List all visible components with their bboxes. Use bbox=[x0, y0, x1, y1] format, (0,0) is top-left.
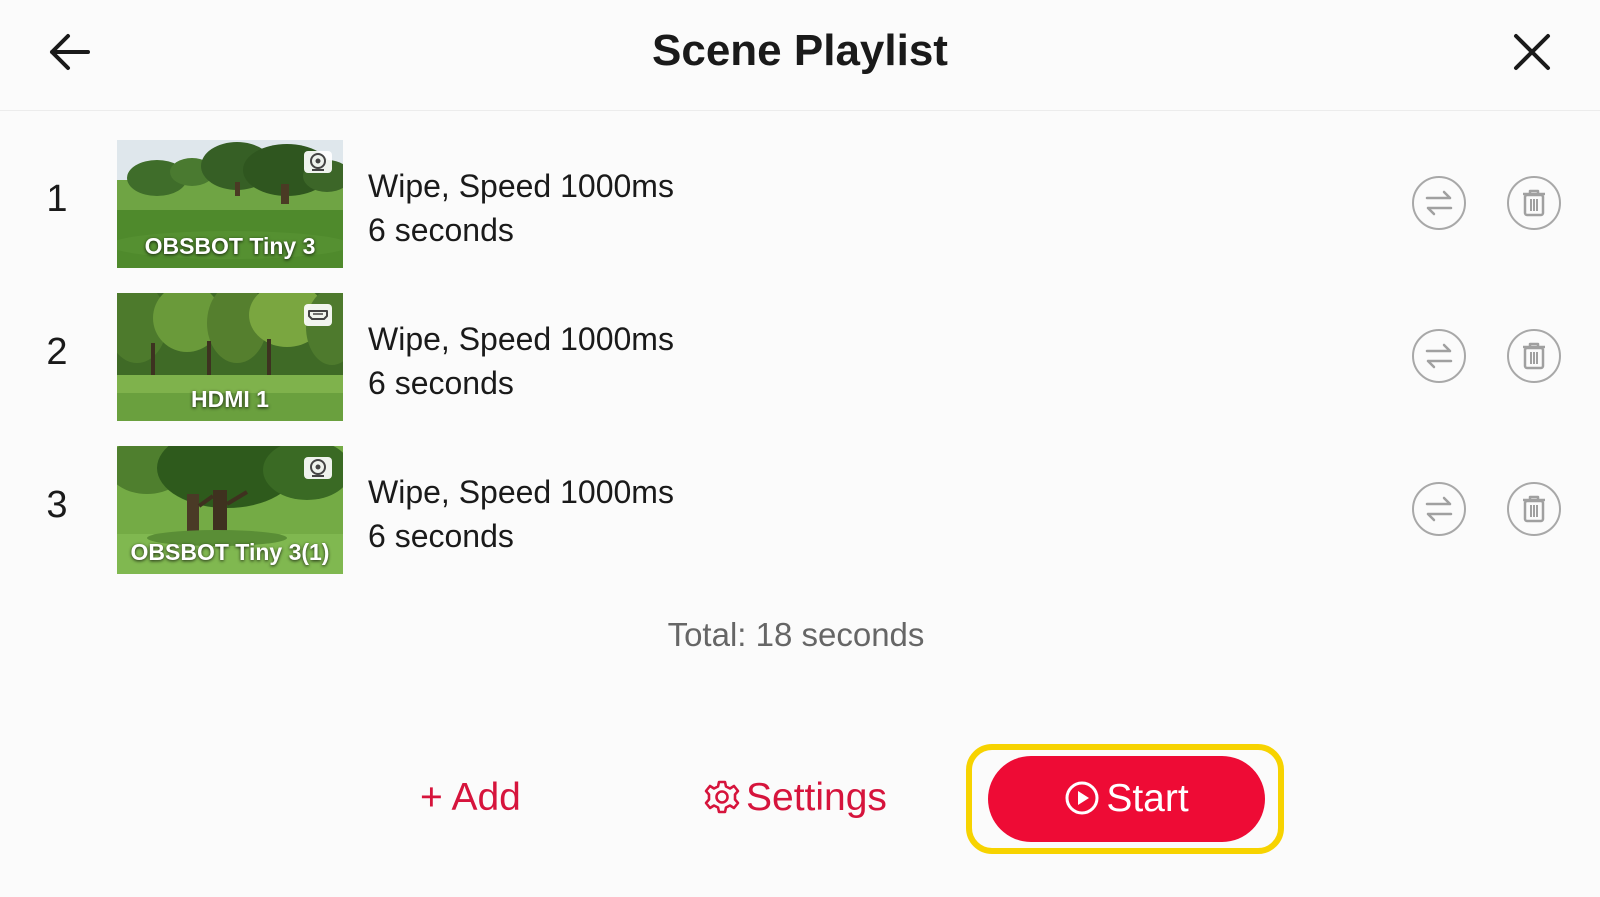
delete-button[interactable] bbox=[1507, 329, 1561, 383]
row-index: 2 bbox=[46, 331, 68, 373]
playlist-row: 3 OBSBOT Tiny 3(1) Wipe, Speed 1000ms 6 … bbox=[0, 446, 1600, 574]
playlist-row: 2 HDMI 1 Wipe, Speed 1000ms 6 seconds bbox=[0, 293, 1600, 421]
source-badge bbox=[304, 457, 332, 479]
swap-icon bbox=[1425, 496, 1453, 522]
start-button[interactable]: Start bbox=[988, 756, 1265, 842]
transition-text: Wipe, Speed 1000ms bbox=[368, 474, 674, 510]
close-icon bbox=[1514, 34, 1550, 70]
scene-thumbnail[interactable]: OBSBOT Tiny 3(1) bbox=[117, 446, 343, 574]
delete-button[interactable] bbox=[1507, 176, 1561, 230]
trash-icon bbox=[1523, 342, 1545, 370]
transition-text: Wipe, Speed 1000ms bbox=[368, 168, 674, 204]
start-label: Start bbox=[1106, 777, 1189, 820]
duration-text: 6 seconds bbox=[368, 365, 514, 401]
scene-thumbnail[interactable]: OBSBOT Tiny 3 bbox=[117, 140, 343, 268]
duration-text: 6 seconds bbox=[368, 212, 514, 248]
add-button[interactable]: + Add bbox=[420, 770, 521, 826]
playlist-row: 1 OBSBOT Tiny 3 Wipe, Speed 1000ms 6 sec… bbox=[0, 140, 1600, 268]
scene-details: Wipe, Speed 1000ms 6 seconds bbox=[368, 470, 674, 558]
swap-button[interactable] bbox=[1412, 482, 1466, 536]
swap-icon bbox=[1425, 343, 1453, 369]
swap-button[interactable] bbox=[1412, 329, 1466, 383]
webcam-icon bbox=[310, 459, 326, 477]
source-badge bbox=[304, 151, 332, 173]
swap-button[interactable] bbox=[1412, 176, 1466, 230]
header-bar: Scene Playlist bbox=[0, 0, 1600, 111]
duration-text: 6 seconds bbox=[368, 518, 514, 554]
delete-button[interactable] bbox=[1507, 482, 1561, 536]
settings-button[interactable]: Settings bbox=[704, 770, 887, 826]
swap-icon bbox=[1425, 190, 1453, 216]
scene-details: Wipe, Speed 1000ms 6 seconds bbox=[368, 164, 674, 252]
webcam-icon bbox=[310, 153, 326, 171]
scene-details: Wipe, Speed 1000ms 6 seconds bbox=[368, 317, 674, 405]
gear-icon bbox=[704, 780, 740, 814]
source-badge bbox=[304, 304, 332, 326]
thumbnail-label: OBSBOT Tiny 3(1) bbox=[130, 539, 330, 565]
page-title: Scene Playlist bbox=[652, 26, 948, 75]
total-duration: Total: 18 seconds bbox=[667, 616, 925, 653]
row-index: 3 bbox=[46, 484, 68, 526]
trash-icon bbox=[1523, 495, 1545, 523]
thumbnail-label: HDMI 1 bbox=[191, 386, 269, 412]
scene-thumbnail[interactable]: HDMI 1 bbox=[117, 293, 343, 421]
hdmi-icon bbox=[308, 310, 328, 320]
transition-text: Wipe, Speed 1000ms bbox=[368, 321, 674, 357]
trash-icon bbox=[1523, 189, 1545, 217]
settings-label: Settings bbox=[746, 776, 887, 819]
row-index: 1 bbox=[46, 178, 68, 220]
play-circle-icon bbox=[1065, 781, 1099, 815]
close-button[interactable] bbox=[1510, 30, 1554, 74]
thumbnail-label: OBSBOT Tiny 3 bbox=[144, 233, 316, 259]
